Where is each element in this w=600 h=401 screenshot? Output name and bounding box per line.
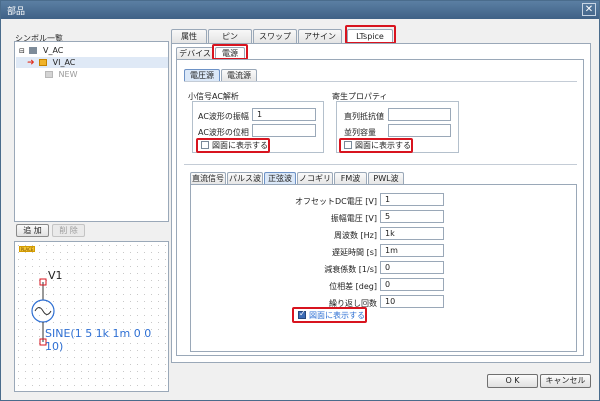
- ac-phase-input[interactable]: [252, 124, 316, 137]
- tree-item-v-ac[interactable]: ⊟ V_AC: [19, 45, 63, 56]
- window-title: 部品: [7, 7, 26, 17]
- amplitude-voltage-input[interactable]: 5: [380, 210, 444, 223]
- cancel-button[interactable]: キャンセル: [540, 374, 591, 388]
- voltage-source-symbol: [31, 278, 55, 346]
- frequency-input[interactable]: 1k: [380, 227, 444, 240]
- parallel-capacitance-label: 並列容量: [344, 128, 376, 137]
- dialog-body: シンボル一覧 ⊟ V_AC ➜ VI_AC NEW 追 加 削 除 PLACE: [5, 23, 595, 397]
- tab-attributes[interactable]: 属性: [171, 29, 207, 43]
- tab-swap[interactable]: スワップ: [253, 29, 297, 43]
- phase-difference-input[interactable]: 0: [380, 278, 444, 291]
- delay-time-input[interactable]: 1m: [380, 244, 444, 257]
- delay-time-label: 遅延時間 [s]: [332, 248, 377, 257]
- frequency-label: 周波数 [Hz]: [334, 231, 377, 240]
- tree-item-label: VI_AC: [52, 58, 76, 67]
- highlight-power-tab: [212, 44, 248, 60]
- tab-device[interactable]: デバイス: [176, 47, 214, 59]
- tab-current-source[interactable]: 電流源: [221, 69, 257, 81]
- series-resistance-label: 直列抵抗値: [344, 112, 384, 121]
- tab-assign[interactable]: アサイン: [298, 29, 342, 43]
- damping-factor-label: 減衰係数 [1/s]: [324, 265, 377, 274]
- offset-dc-voltage-input[interactable]: 1: [380, 193, 444, 206]
- ac-phase-label: AC波形の位相: [198, 128, 249, 137]
- highlight-sine-checkbox: [292, 307, 367, 323]
- tab-fm-wave[interactable]: FM波: [334, 172, 367, 184]
- highlight-ltspice-tab: [345, 25, 396, 44]
- tab-sine-wave[interactable]: 正弦波: [264, 172, 296, 184]
- symbol-name: V1: [48, 269, 63, 282]
- offset-dc-voltage-label: オフセットDC電圧 [V]: [294, 197, 377, 206]
- new-symbol-icon: [45, 71, 53, 78]
- tab-dc-signal[interactable]: 直流信号: [190, 172, 226, 184]
- tree-item-new[interactable]: NEW: [45, 69, 78, 80]
- highlight-parasitic-checkbox: [339, 138, 413, 153]
- amplitude-voltage-label: 振幅電圧 [V]: [330, 214, 377, 223]
- tree-item-label: V_AC: [42, 46, 64, 55]
- symbol-preview: PLACE V1 SINE(1 5 1k 1m 0 0 10): [14, 241, 169, 392]
- phase-difference-label: 位相差 [deg]: [329, 282, 377, 291]
- ok-button[interactable]: O K: [487, 374, 538, 388]
- title-bar: 部品 ✕: [1, 1, 599, 19]
- ac-amplitude-input[interactable]: 1: [252, 108, 316, 121]
- section-separator: [184, 164, 577, 165]
- symbol-tree[interactable]: ⊟ V_AC ➜ VI_AC NEW: [14, 41, 169, 222]
- symbol-icon: [39, 59, 48, 66]
- parallel-capacitance-input[interactable]: [388, 124, 451, 137]
- symbol-value: SINE(1 5 1k 1m 0 0 10): [45, 327, 152, 353]
- tab-voltage-source[interactable]: 電圧源: [184, 69, 220, 81]
- repeat-count-input[interactable]: 10: [380, 295, 444, 308]
- tab-pins[interactable]: ピン: [208, 29, 252, 43]
- tab-pulse-wave[interactable]: パルス波: [227, 172, 263, 184]
- expand-icon[interactable]: ⊟: [19, 47, 25, 55]
- delete-button[interactable]: 削 除: [52, 224, 85, 237]
- ac-amplitude-label: AC波形の振幅: [198, 112, 249, 121]
- close-icon[interactable]: ✕: [582, 3, 596, 16]
- tree-item-vi-ac[interactable]: ➜ VI_AC: [16, 57, 168, 68]
- component-icon: [29, 47, 38, 54]
- tab-pwl-wave[interactable]: PWL波: [368, 172, 404, 184]
- arrow-right-icon: ➜: [27, 58, 35, 68]
- series-resistance-input[interactable]: [388, 108, 451, 121]
- damping-factor-input[interactable]: 0: [380, 261, 444, 274]
- source-tab-line: [184, 81, 577, 82]
- tab-sawtooth-wave[interactable]: ノコギリ波: [297, 172, 333, 194]
- tree-item-label: NEW: [58, 70, 78, 79]
- highlight-ac-checkbox: [196, 138, 270, 153]
- parts-dialog: 部品 ✕ シンボル一覧 ⊟ V_AC ➜ VI_AC NEW 追 加 削 除 P…: [0, 0, 600, 401]
- add-button[interactable]: 追 加: [16, 224, 49, 237]
